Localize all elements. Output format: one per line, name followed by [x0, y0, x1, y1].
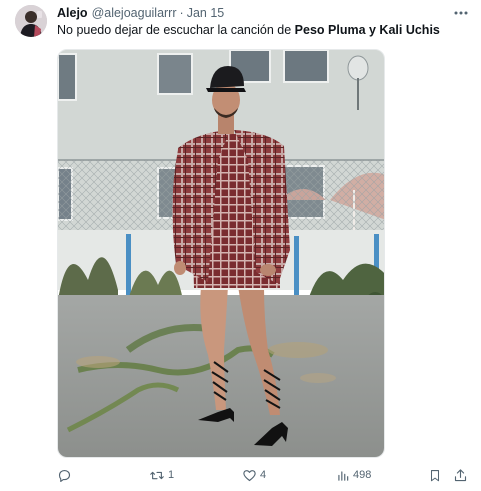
avatar-image	[15, 5, 47, 37]
heart-icon	[243, 469, 256, 481]
retweet-button[interactable]: 1	[149, 464, 174, 486]
views-chart-icon	[338, 470, 349, 481]
photo-image	[58, 50, 384, 457]
tweet-text: No puedo dejar de escuchar la canción de…	[57, 22, 440, 38]
more-options-button[interactable]	[450, 5, 472, 21]
tweet-card: Alejo @alejoaguilarrr · Jan 15 No puedo …	[0, 0, 481, 491]
author-display-name[interactable]: Alejo	[57, 6, 88, 20]
tweet-header: Alejo @alejoaguilarrr · Jan 15	[57, 5, 224, 21]
like-button[interactable]: 4	[242, 464, 266, 486]
tweet-media-photo[interactable]	[57, 49, 385, 458]
avatar[interactable]	[15, 5, 47, 37]
bookmark-icon	[430, 469, 440, 481]
like-count: 4	[260, 469, 267, 481]
author-handle[interactable]: @alejoaguilarrr	[92, 6, 177, 20]
tweet-text-regular: No puedo dejar de escuchar la canción de	[57, 23, 295, 37]
tweet-actions: 1 4 498	[55, 464, 475, 486]
views-count: 498	[353, 469, 372, 481]
more-horizontal-icon	[454, 11, 468, 15]
reply-button[interactable]	[57, 464, 75, 486]
reply-icon	[58, 469, 71, 482]
retweet-icon	[150, 471, 164, 479]
header-separator: ·	[179, 6, 184, 20]
views-button[interactable]: 498	[336, 464, 371, 486]
tweet-text-bold: Peso Pluma y Kali Uchis	[294, 23, 440, 37]
share-button[interactable]	[453, 464, 468, 486]
tweet-timestamp[interactable]: Jan 15	[187, 6, 225, 20]
retweet-count: 1	[168, 469, 175, 481]
share-icon	[454, 468, 467, 481]
bookmark-button[interactable]	[428, 464, 442, 486]
